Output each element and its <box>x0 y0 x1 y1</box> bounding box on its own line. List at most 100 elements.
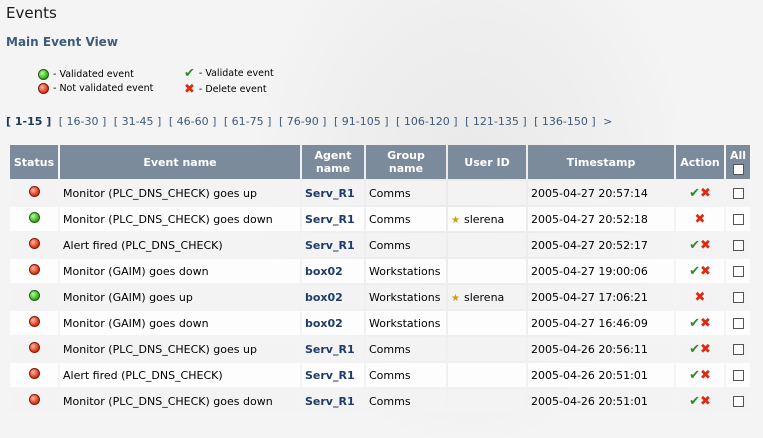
cell-status <box>10 259 58 283</box>
cell-timestamp: 2005-04-27 20:57:14 <box>528 181 674 205</box>
cell-timestamp: 2005-04-26 20:56:11 <box>528 337 674 361</box>
table-row: Monitor (PLC_DNS_CHECK) goes up Serv_R1 Co… <box>10 181 750 205</box>
cell-user-id <box>448 233 526 257</box>
not-validated-status-icon <box>28 342 40 353</box>
table-header-row: Status Event name Agent name Group name … <box>10 145 750 179</box>
pagination-link[interactable]: [ 61-75 ] <box>224 115 272 128</box>
legend-not-validated: - Not validated event <box>38 83 153 94</box>
header-status: Status <box>10 145 58 179</box>
validate-event-button[interactable]: ✔ <box>689 238 700 253</box>
cell-select <box>726 389 750 413</box>
cell-agent-link[interactable]: box02 <box>302 259 364 283</box>
cell-select <box>726 259 750 283</box>
header-all: All <box>726 145 750 179</box>
delete-event-button[interactable]: ✖ <box>695 212 706 227</box>
delete-event-button[interactable]: ✖ <box>700 186 711 201</box>
cell-status <box>10 233 58 257</box>
cell-timestamp: 2005-04-27 16:46:09 <box>528 311 674 335</box>
cell-select <box>726 207 750 231</box>
cell-select <box>726 181 750 205</box>
cell-agent-link[interactable]: Serv_R1 <box>302 337 364 361</box>
validate-event-button[interactable]: ✔ <box>689 316 700 331</box>
select-all-checkbox[interactable] <box>732 164 744 176</box>
cell-agent-link[interactable]: Serv_R1 <box>302 181 364 205</box>
cell-group: Workstations <box>366 285 446 309</box>
cell-action: ✔✖ <box>676 259 724 283</box>
header-all-label: All <box>729 148 747 162</box>
cell-agent-link[interactable]: Serv_R1 <box>302 389 364 413</box>
cell-status <box>10 389 58 413</box>
cell-timestamp: 2005-04-27 20:52:18 <box>528 207 674 231</box>
validate-event-button[interactable]: ✔ <box>689 394 700 409</box>
delete-event-button[interactable]: ✖ <box>700 264 711 279</box>
cell-agent-link[interactable]: Serv_R1 <box>302 363 364 387</box>
validate-event-button[interactable]: ✔ <box>689 342 700 357</box>
row-checkbox[interactable] <box>732 318 744 329</box>
pagination-link[interactable]: [ 121-135 ] <box>465 115 527 128</box>
validate-event-button[interactable]: ✔ <box>689 368 700 383</box>
pagination-link[interactable]: [ 106-120 ] <box>396 115 458 128</box>
cell-event-name: Alert fired (PLC_DNS_CHECK) <box>60 233 300 257</box>
cell-timestamp: 2005-04-27 20:52:17 <box>528 233 674 257</box>
not-validated-status-icon <box>28 186 40 197</box>
legend-validated-label: - Validated event <box>53 69 134 80</box>
row-checkbox[interactable] <box>732 266 744 277</box>
user-star-icon: ★ <box>451 214 460 226</box>
cell-select <box>726 285 750 309</box>
row-checkbox[interactable] <box>732 188 744 199</box>
delete-event-button[interactable]: ✖ <box>700 342 711 357</box>
legend-validated: - Validated event <box>38 69 134 80</box>
cell-user-id <box>448 311 526 335</box>
cell-action: ✔✖ <box>676 389 724 413</box>
pagination-link[interactable]: [ 136-150 ] <box>534 115 596 128</box>
cell-group: Comms <box>366 233 446 257</box>
row-checkbox[interactable] <box>732 344 744 355</box>
validated-status-icon <box>38 69 49 80</box>
row-checkbox[interactable] <box>732 396 744 407</box>
delete-event-button[interactable]: ✖ <box>700 368 711 383</box>
row-checkbox[interactable] <box>732 292 744 303</box>
row-checkbox[interactable] <box>732 240 744 251</box>
legend-validate-label: - Validate event <box>198 68 274 79</box>
cell-event-name: Monitor (PLC_DNS_CHECK) goes up <box>60 181 300 205</box>
row-checkbox[interactable] <box>732 370 744 381</box>
row-checkbox[interactable] <box>732 214 744 225</box>
pagination-current: [ 1-15 ] <box>6 115 52 128</box>
validated-status-icon <box>28 290 40 301</box>
table-row: Alert fired (PLC_DNS_CHECK) Serv_R1 Comms 2… <box>10 363 750 387</box>
delete-event-button[interactable]: ✖ <box>700 394 711 409</box>
cell-event-name: Monitor (GAIM) goes down <box>60 311 300 335</box>
table-row: Monitor (GAIM) goes down box02 Workstation… <box>10 259 750 283</box>
cell-agent-link[interactable]: box02 <box>302 311 364 335</box>
delete-event-button[interactable]: ✖ <box>700 316 711 331</box>
not-validated-status-icon <box>28 368 40 379</box>
not-validated-status-icon <box>28 394 40 405</box>
cell-agent-link[interactable]: Serv_R1 <box>302 207 364 231</box>
cell-select <box>726 337 750 361</box>
cell-user-id <box>448 389 526 413</box>
cell-event-name: Monitor (PLC_DNS_CHECK) goes down <box>60 207 300 231</box>
table-row: Monitor (GAIM) goes down box02 Workstation… <box>10 311 750 335</box>
header-action: Action <box>676 145 724 179</box>
delete-event-button[interactable]: ✖ <box>700 238 711 253</box>
pagination-next[interactable]: > <box>603 115 612 128</box>
pagination-link[interactable]: [ 76-90 ] <box>279 115 327 128</box>
cell-group: Workstations <box>366 259 446 283</box>
cell-user-id <box>448 337 526 361</box>
pagination-link[interactable]: [ 91-105 ] <box>334 115 389 128</box>
not-validated-status-icon <box>28 238 40 249</box>
cell-select <box>726 233 750 257</box>
cell-action: ✔✖ <box>676 363 724 387</box>
validate-event-button[interactable]: ✔ <box>689 264 700 279</box>
validate-event-button[interactable]: ✔ <box>689 186 700 201</box>
pagination-link[interactable]: [ 31-45 ] <box>114 115 162 128</box>
cell-agent-link[interactable]: Serv_R1 <box>302 233 364 257</box>
pagination-link[interactable]: [ 16-30 ] <box>59 115 107 128</box>
pagination-link[interactable]: [ 46-60 ] <box>169 115 217 128</box>
delete-event-button[interactable]: ✖ <box>695 290 706 305</box>
header-group-name: Group name <box>366 145 446 179</box>
cell-event-name: Alert fired (PLC_DNS_CHECK) <box>60 363 300 387</box>
validated-status-icon <box>28 212 40 223</box>
legend-not-validated-label: - Not validated event <box>53 83 154 94</box>
cell-agent-link[interactable]: box02 <box>302 285 364 309</box>
